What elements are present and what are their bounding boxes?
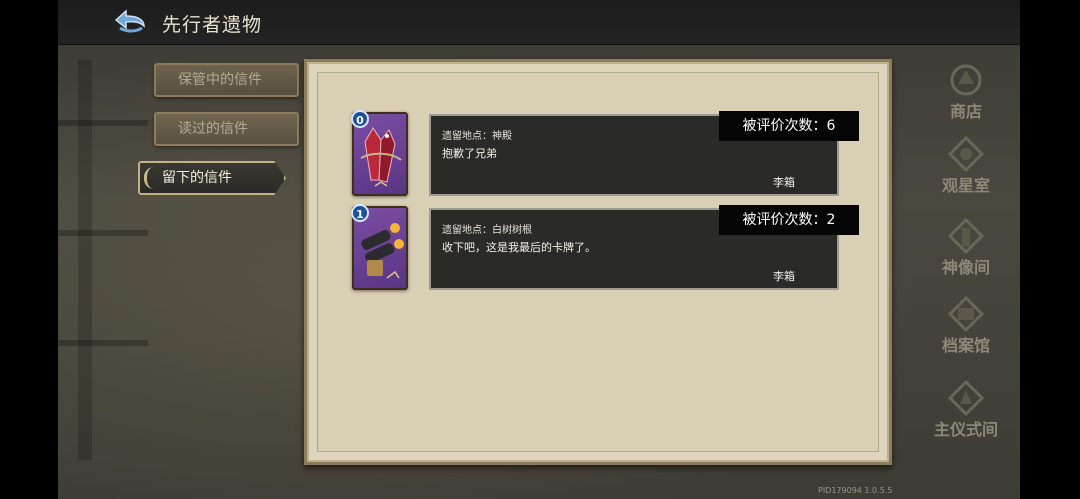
letter-item: 0 遗留地点：神殿 抱歉了兄弟 李箱 被评价次数：6 bbox=[351, 110, 859, 200]
card-cost-badge: 1 bbox=[351, 204, 369, 222]
tab-label: 留下的信件 bbox=[162, 170, 232, 186]
game-screen: 先行者遗物 保管中的信件 读过的信件 留下的信件 0 遗留地点：神殿 抱歉了兄弟… bbox=[58, 0, 1020, 499]
page-title: 先行者遗物 bbox=[162, 14, 263, 36]
nav-label: 观星室 bbox=[941, 176, 990, 195]
twin-cannon-icon bbox=[361, 223, 404, 279]
back-button[interactable] bbox=[110, 6, 150, 38]
nav-label: 商店 bbox=[949, 102, 982, 121]
tab-stored-letters[interactable]: 保管中的信件 bbox=[154, 63, 299, 97]
tab-label: 保管中的信件 bbox=[178, 72, 262, 88]
rating-count-badge: 被评价次数：6 bbox=[719, 111, 859, 141]
pillar-decoration bbox=[78, 60, 92, 460]
nav-label: 主仪式间 bbox=[933, 420, 998, 439]
nav-ritual-hall[interactable]: 主仪式间 bbox=[926, 376, 1004, 450]
letter-message-box[interactable]: 遗留地点：神殿 抱歉了兄弟 李箱 被评价次数：6 bbox=[429, 111, 859, 196]
archive-icon bbox=[947, 295, 985, 333]
back-arrow-icon bbox=[114, 9, 145, 33]
tab-label: 读过的信件 bbox=[178, 121, 248, 137]
top-bar: 先行者遗物 bbox=[58, 0, 1020, 45]
tab-read-letters[interactable]: 读过的信件 bbox=[154, 112, 299, 146]
nav-label: 神像间 bbox=[941, 258, 990, 277]
card-thumbnail[interactable]: 0 bbox=[351, 110, 408, 196]
letter-message-box[interactable]: 遗留地点：白树树根 收下吧，这是我最后的卡牌了。 李箱 被评价次数：2 bbox=[429, 205, 859, 290]
rating-label: 被评价次数： bbox=[742, 212, 827, 228]
letter-author: 李箱 bbox=[773, 176, 795, 189]
rating-count-badge: 被评价次数：2 bbox=[719, 205, 859, 235]
nav-archive[interactable]: 档案馆 bbox=[926, 292, 1004, 366]
bookshelf-decoration bbox=[58, 120, 148, 126]
observatory-icon bbox=[947, 135, 985, 173]
nav-statue-hall[interactable]: 神像间 bbox=[926, 214, 1004, 288]
letter-message: 抱歉了兄弟 bbox=[442, 147, 497, 160]
letter-author: 李箱 bbox=[773, 270, 795, 283]
rating-label: 被评价次数： bbox=[742, 118, 827, 134]
ritual-icon bbox=[947, 379, 985, 417]
letter-message: 收下吧，这是我最后的卡牌了。 bbox=[442, 241, 596, 254]
card-cost-badge: 0 bbox=[351, 110, 369, 128]
rating-count: 2 bbox=[826, 212, 836, 228]
tab-hook-decoration bbox=[144, 167, 157, 189]
statue-icon bbox=[947, 217, 985, 255]
bookshelf-decoration bbox=[58, 230, 148, 236]
version-text: PID179094 1.0.5.5 bbox=[818, 486, 893, 495]
bookshelf-decoration bbox=[58, 340, 148, 346]
tab-left-letters[interactable]: 留下的信件 bbox=[138, 161, 286, 195]
letter-panel: 0 遗留地点：神殿 抱歉了兄弟 李箱 被评价次数：6 1 遗留地点：白树树根 收… bbox=[304, 59, 892, 465]
nav-label: 档案馆 bbox=[941, 336, 990, 355]
letter-item: 1 遗留地点：白树树根 收下吧，这是我最后的卡牌了。 李箱 被评价次数：2 bbox=[351, 204, 859, 294]
nav-observatory[interactable]: 观星室 bbox=[926, 132, 1004, 206]
card-thumbnail[interactable]: 1 bbox=[351, 204, 408, 290]
nav-shop[interactable]: 商店 bbox=[926, 58, 1004, 132]
letter-location: 遗留地点：白树树根 bbox=[442, 225, 532, 236]
letter-location: 遗留地点：神殿 bbox=[442, 131, 512, 142]
rating-count: 6 bbox=[826, 118, 836, 134]
crimson-crystal-icon bbox=[360, 127, 402, 187]
shop-icon bbox=[950, 64, 982, 96]
